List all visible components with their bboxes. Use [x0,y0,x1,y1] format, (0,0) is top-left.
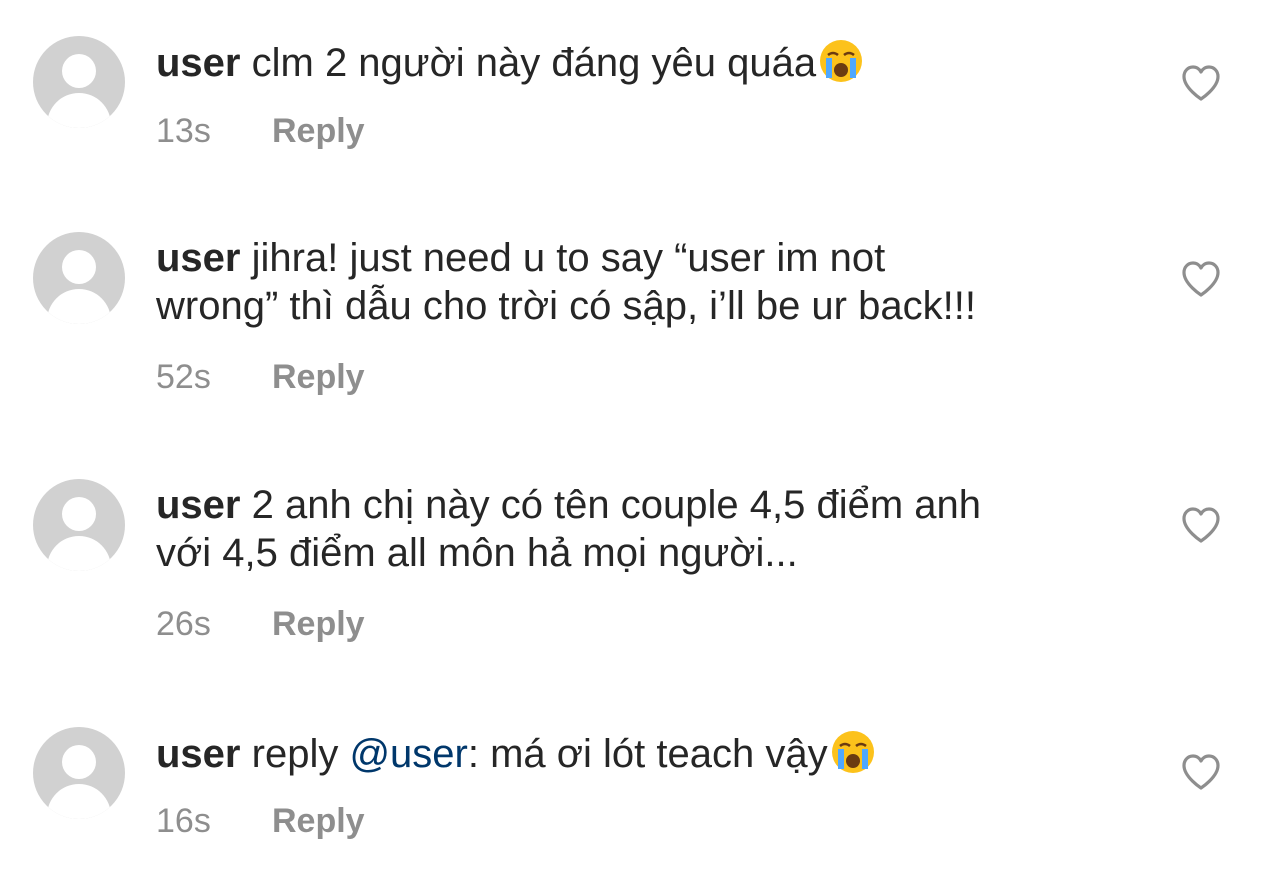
comment-username[interactable]: user [156,41,241,85]
comment-timestamp: 13s [156,112,211,150]
comment-username[interactable]: user [156,483,241,527]
comment-reply-prefix: reply [251,732,339,776]
comment-text: user 2 anh chị này có tên couple 4,5 điể… [156,481,1106,577]
comment-line: wrong” thì dẫu cho trời có sập, i’ll be … [156,282,1106,330]
avatar-head-shape [62,497,96,531]
comment-line: user 2 anh chị này có tên couple 4,5 điể… [156,481,1106,529]
comment-line: với 4,5 điểm all môn hả mọi người... [156,529,1106,577]
comment-meta: 16s Reply [156,801,365,841]
comment-meta: 26s Reply [156,604,365,644]
comment-timestamp: 52s [156,358,211,396]
comment-meta: 52s Reply [156,357,365,397]
comment-body: jihra! just need u to say “user im not [251,236,886,280]
comment-body: : má ơi lót teach vậy [467,732,828,776]
comment-username[interactable]: user [156,236,241,280]
heart-outline-icon[interactable] [1180,752,1222,792]
mention-link[interactable]: @user [349,732,467,776]
heart-outline-icon[interactable] [1180,505,1222,545]
avatar-head-shape [62,745,96,779]
reply-button[interactable]: Reply [272,112,365,150]
reply-button[interactable]: Reply [272,605,365,643]
comment-timestamp: 16s [156,802,211,840]
avatar[interactable] [33,727,125,819]
comment-line: user jihra! just need u to say “user im … [156,234,1106,282]
crying-face-emoji-icon [820,40,863,82]
comment-meta: 13s Reply [156,111,365,151]
avatar[interactable] [33,232,125,324]
comment-timestamp: 26s [156,605,211,643]
avatar[interactable] [33,36,125,128]
crying-face-emoji-icon [831,731,874,773]
comment-text: user jihra! just need u to say “user im … [156,234,1106,330]
comment-body: clm 2 người này đáng yêu quáa [251,41,817,85]
heart-outline-icon[interactable] [1180,259,1222,299]
comment-body-continued: wrong” thì dẫu cho trời có sập, i’ll be … [156,284,976,328]
avatar-body-shape [47,289,111,324]
avatar-body-shape [47,536,111,571]
reply-button[interactable]: Reply [272,358,365,396]
avatar-head-shape [62,250,96,284]
comment-text: user reply @user: má ơi lót teach vậy [156,729,1106,778]
comment-username[interactable]: user [156,732,241,776]
avatar[interactable] [33,479,125,571]
heart-outline-icon[interactable] [1180,63,1222,103]
comment-body-continued: với 4,5 điểm all môn hả mọi người... [156,531,798,575]
comment-text: user clm 2 người này đáng yêu quáa [156,38,1106,87]
comment-body: 2 anh chị này có tên couple 4,5 điểm anh [251,483,982,527]
avatar-body-shape [47,784,111,819]
reply-button[interactable]: Reply [272,802,365,840]
avatar-body-shape [47,93,111,128]
avatar-head-shape [62,54,96,88]
